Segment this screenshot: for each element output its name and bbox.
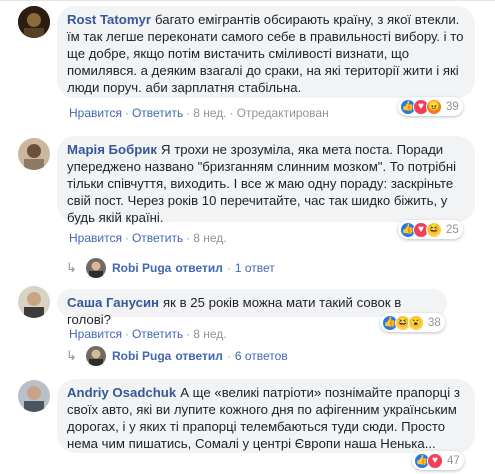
divider xyxy=(0,0,495,1)
comment-author[interactable]: Andriy Osadchuk xyxy=(67,385,176,400)
reaction-count: 47 xyxy=(447,454,460,467)
like-link[interactable]: Нравится xyxy=(69,106,122,120)
timestamp[interactable]: 8 нед. xyxy=(193,106,226,120)
angry-reaction-icon: 😠 xyxy=(426,98,442,115)
reply-verb: ответил xyxy=(175,349,223,363)
avatar[interactable] xyxy=(18,286,50,318)
reply-arrow-icon: ↳ xyxy=(66,260,77,275)
reply-count[interactable]: 6 ответов xyxy=(235,349,288,363)
reply-author[interactable]: Robi Puga xyxy=(112,261,171,275)
view-replies[interactable]: ↳ Robi Puga ответил · 1 ответ xyxy=(66,258,275,278)
haha-reaction-icon: 😆 xyxy=(426,221,442,238)
comment-bubble: Andriy Osadchuk А ще «великі патріоти» по… xyxy=(57,379,475,453)
reply-verb: ответил xyxy=(175,261,223,275)
reaction-count: 39 xyxy=(446,100,459,113)
comment-actions: Нравится · Ответить · 8 нед. xyxy=(69,231,227,245)
reply-avatar xyxy=(86,258,106,278)
like-link[interactable]: Нравится xyxy=(69,231,122,245)
view-replies[interactable]: ↳ Robi Puga ответил · 6 ответов xyxy=(66,346,288,366)
reaction-summary[interactable]: 👍 ♥ 😠 39 xyxy=(398,97,463,116)
reaction-count: 38 xyxy=(428,316,441,329)
wow-reaction-icon: 😮 xyxy=(408,314,424,331)
comment-bubble: Марія Бобрик Я трохи не зрозуміла, яка ме… xyxy=(57,136,475,225)
comment-actions: Нравится · Ответить · 8 нед. xyxy=(69,327,227,341)
reaction-summary[interactable]: 👍 😆 😮 38 xyxy=(380,313,445,332)
comment-author[interactable]: Марія Бобрик xyxy=(67,142,157,157)
reply-link[interactable]: Ответить xyxy=(132,106,183,120)
comment-actions: Нравится · Ответить · 8 нед. · Отредактирован xyxy=(69,106,329,120)
reaction-count: 25 xyxy=(446,223,459,236)
reaction-summary[interactable]: 👍 ♥ 47 xyxy=(412,451,464,470)
reply-arrow-icon: ↳ xyxy=(66,348,77,363)
reply-link[interactable]: Ответить xyxy=(132,327,183,341)
avatar[interactable] xyxy=(18,138,50,170)
reply-author[interactable]: Robi Puga xyxy=(112,349,171,363)
comment-author[interactable]: Rost Tatomyr xyxy=(67,12,151,27)
comment-bubble: Rost Tatomyr багато емігрантів обсирають … xyxy=(57,6,475,98)
reply-count[interactable]: 1 ответ xyxy=(235,261,275,275)
reply-avatar xyxy=(86,346,106,366)
like-link[interactable]: Нравится xyxy=(69,327,122,341)
comment-author[interactable]: Саша Ганусин xyxy=(67,295,159,310)
avatar[interactable] xyxy=(18,6,50,38)
avatar[interactable] xyxy=(18,380,50,412)
reaction-summary[interactable]: 👍 ♥ 😆 25 xyxy=(398,220,463,239)
reply-link[interactable]: Ответить xyxy=(132,231,183,245)
timestamp[interactable]: 8 нед. xyxy=(193,327,226,341)
edited-label[interactable]: Отредактирован xyxy=(237,106,329,120)
timestamp[interactable]: 8 нед. xyxy=(193,231,226,245)
love-reaction-icon: ♥ xyxy=(427,452,443,469)
